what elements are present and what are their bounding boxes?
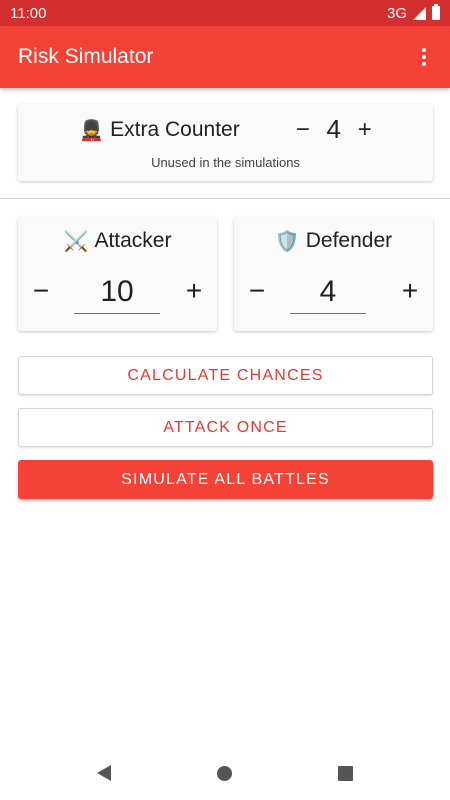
attack-once-button[interactable]: ATTACK ONCE xyxy=(18,408,433,447)
defender-count-input[interactable]: 4 xyxy=(290,272,366,314)
attacker-title: Attacker xyxy=(94,229,172,252)
app-bar: Risk Simulator xyxy=(0,26,450,88)
extra-counter-decrement-button[interactable]: − xyxy=(296,116,310,144)
defender-card: 🛡️ Defender − 4 + xyxy=(234,217,433,331)
home-icon[interactable] xyxy=(217,765,232,781)
extra-counter-subtitle: Unused in the simulations xyxy=(151,155,300,170)
defender-increment-button[interactable]: + xyxy=(395,276,425,306)
recent-apps-icon[interactable] xyxy=(338,765,353,781)
defender-decrement-button[interactable]: − xyxy=(242,276,272,306)
shield-icon: 🛡️ xyxy=(274,229,300,253)
attacker-card: ⚔️ Attacker − 10 + xyxy=(18,217,217,331)
attacker-heading: ⚔️ Attacker xyxy=(18,229,217,253)
app-title: Risk Simulator xyxy=(18,45,154,68)
defender-heading: 🛡️ Defender xyxy=(234,229,433,253)
extra-counter-heading: 💂 Extra Counter xyxy=(79,118,239,142)
overflow-menu-icon[interactable] xyxy=(416,42,432,72)
crossed-swords-icon: ⚔️ xyxy=(63,229,89,253)
extra-counter-title: Extra Counter xyxy=(110,117,240,141)
signal-icon xyxy=(413,6,426,20)
defender-stepper: − 4 + xyxy=(234,272,433,314)
attacker-increment-button[interactable]: + xyxy=(179,276,209,306)
extra-counter-value: 4 xyxy=(326,114,341,144)
network-type: 3G xyxy=(386,4,407,22)
section-divider xyxy=(0,198,450,199)
simulate-all-battles-button[interactable]: SIMULATE ALL BATTLES xyxy=(18,460,433,499)
extra-counter-card: 💂 Extra Counter − 4 + Unused in the simu… xyxy=(18,104,433,181)
defender-title: Defender xyxy=(305,229,393,252)
status-icons: 3G xyxy=(386,4,440,22)
extra-counter-increment-button[interactable]: + xyxy=(358,116,372,144)
status-time: 11:00 xyxy=(10,4,47,22)
guard-icon: 💂 xyxy=(79,117,105,142)
calculate-chances-button[interactable]: CALCULATE CHANCES xyxy=(18,356,433,395)
extra-counter-row: 💂 Extra Counter − 4 + xyxy=(18,114,433,145)
attacker-stepper: − 10 + xyxy=(18,272,217,314)
extra-counter-stepper: − 4 + xyxy=(296,114,372,145)
attacker-decrement-button[interactable]: − xyxy=(26,276,56,306)
attacker-count-input[interactable]: 10 xyxy=(74,272,160,314)
system-nav-bar xyxy=(0,746,450,800)
battery-icon xyxy=(432,4,440,20)
status-bar: 11:00 3G xyxy=(0,0,450,26)
back-icon[interactable] xyxy=(97,765,111,781)
